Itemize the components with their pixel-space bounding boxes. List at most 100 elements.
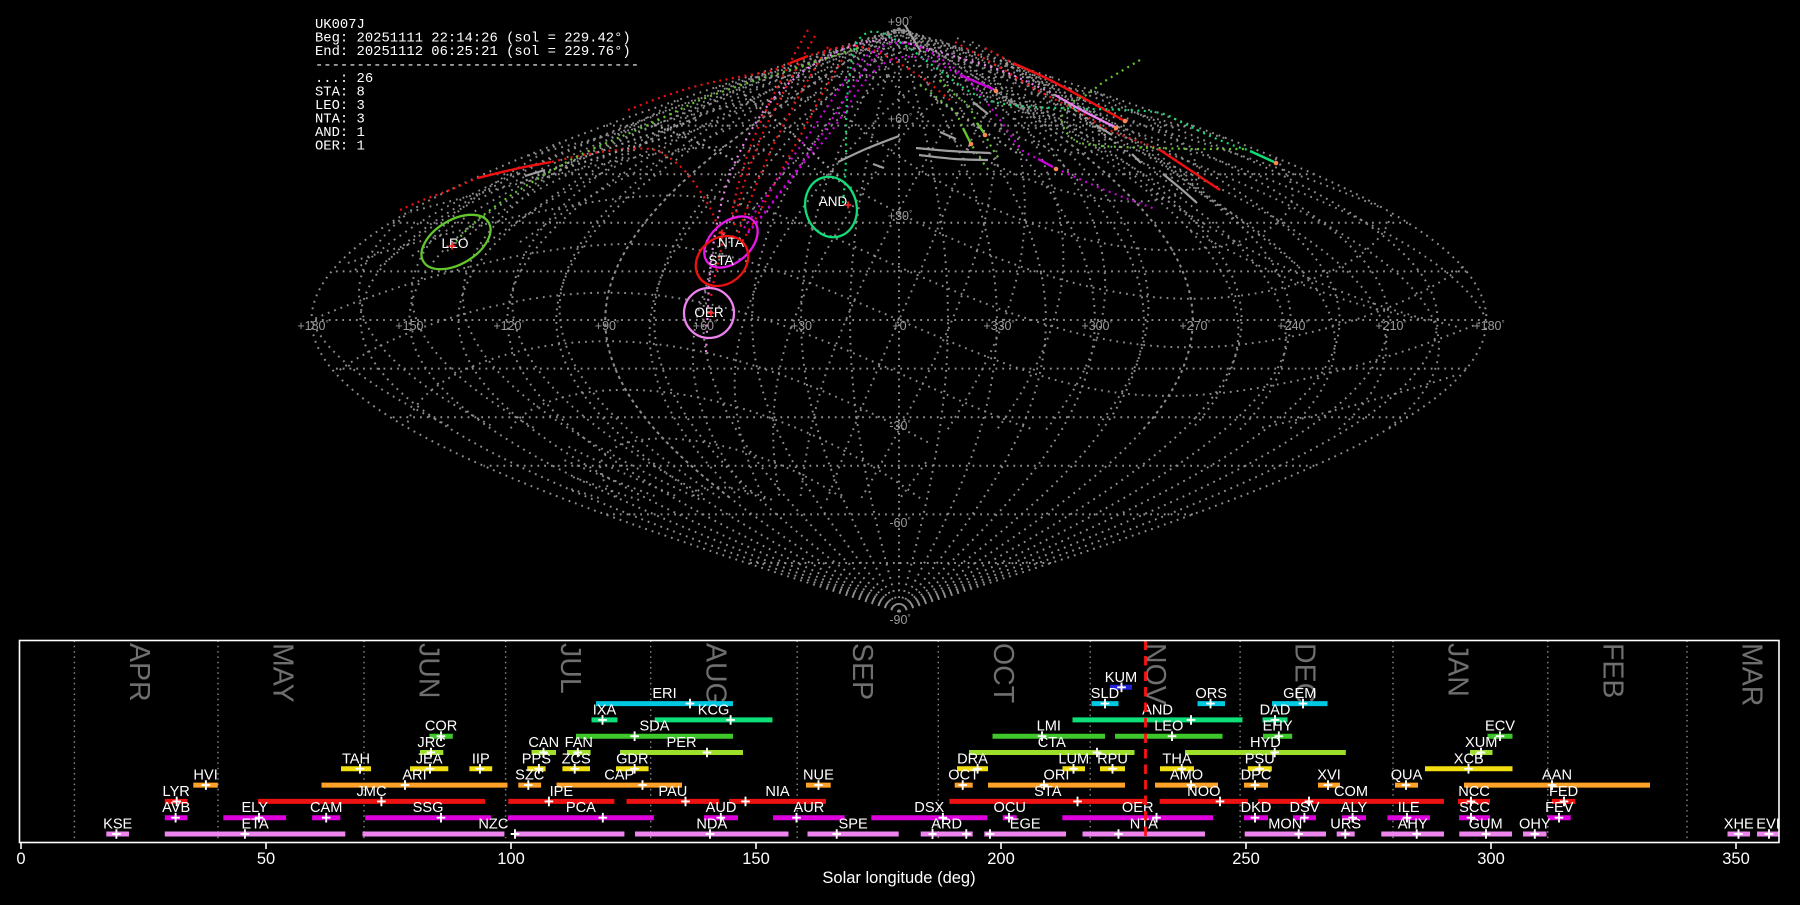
svg-text:MAR: MAR <box>1736 643 1768 706</box>
svg-text:COM: COM <box>1334 784 1368 800</box>
svg-text:350: 350 <box>1722 850 1750 868</box>
svg-text:DAD: DAD <box>1260 702 1291 718</box>
svg-text:IXA: IXA <box>593 702 617 718</box>
svg-text:+120°: +120° <box>493 319 524 333</box>
svg-text:IIP: IIP <box>472 751 490 767</box>
svg-text:JEA: JEA <box>416 751 443 767</box>
svg-text:OHY: OHY <box>1519 817 1551 833</box>
svg-text:+180°: +180° <box>297 319 328 333</box>
svg-text:XCB: XCB <box>1454 751 1484 767</box>
svg-text:MON: MON <box>1268 817 1302 833</box>
svg-text:DKD: DKD <box>1241 800 1272 816</box>
svg-text:IPE: IPE <box>550 784 574 800</box>
svg-text:Solar longitude (deg): Solar longitude (deg) <box>822 869 975 887</box>
svg-text:100: 100 <box>497 850 525 868</box>
svg-text:+270°: +270° <box>1179 319 1210 333</box>
svg-text:AUG: AUG <box>699 643 731 705</box>
svg-text:NOV: NOV <box>1139 643 1171 705</box>
svg-text:ERI: ERI <box>652 686 676 702</box>
svg-text:OCU: OCU <box>993 800 1025 816</box>
svg-text:NZC: NZC <box>478 817 508 833</box>
svg-text:ZCS: ZCS <box>562 751 591 767</box>
svg-text:FAN: FAN <box>565 735 593 751</box>
svg-text:PPS: PPS <box>522 751 551 767</box>
svg-text:+90°: +90° <box>888 15 912 29</box>
svg-text:+240°: +240° <box>1277 319 1308 333</box>
svg-text:GDR: GDR <box>616 751 648 767</box>
svg-text:KUM: KUM <box>1105 670 1137 686</box>
svg-text:RPU: RPU <box>1097 751 1128 767</box>
svg-text:ARI: ARI <box>402 768 426 784</box>
svg-text:KSE: KSE <box>103 817 132 833</box>
svg-text:OER: OER <box>1122 800 1154 816</box>
svg-text:STA: STA <box>708 253 733 268</box>
svg-text:ETA: ETA <box>241 817 269 833</box>
svg-text:GEM: GEM <box>1283 686 1316 702</box>
svg-text:JUN: JUN <box>413 643 445 698</box>
svg-text:+30°: +30° <box>888 209 912 223</box>
svg-text:JMC: JMC <box>357 784 387 800</box>
svg-text:+60°: +60° <box>693 319 717 333</box>
svg-text:EGE: EGE <box>1010 817 1041 833</box>
svg-text:MAY: MAY <box>267 643 299 703</box>
svg-text:AHY: AHY <box>1398 817 1428 833</box>
svg-text:ORS: ORS <box>1195 686 1227 702</box>
svg-text:+330°: +330° <box>983 319 1014 333</box>
svg-text:+30°: +30° <box>791 319 815 333</box>
svg-text:+300°: +300° <box>1081 319 1112 333</box>
svg-text:NDA: NDA <box>696 817 727 833</box>
svg-text:FED: FED <box>1549 784 1578 800</box>
svg-text:CAM: CAM <box>310 800 342 816</box>
svg-text:CAP: CAP <box>604 768 634 784</box>
svg-text:DPC: DPC <box>1241 768 1272 784</box>
svg-text:FEV: FEV <box>1545 800 1574 816</box>
svg-text:KCG: KCG <box>698 702 730 718</box>
svg-text:ARD: ARD <box>931 817 962 833</box>
svg-text:+180°: +180° <box>1473 319 1504 333</box>
svg-text:OCT: OCT <box>948 768 979 784</box>
svg-text:SDA: SDA <box>639 719 669 735</box>
svg-text:THA: THA <box>1162 751 1191 767</box>
svg-text:SZC: SZC <box>515 768 544 784</box>
svg-text:250: 250 <box>1232 850 1260 868</box>
svg-text:AUD: AUD <box>706 800 737 816</box>
svg-text:HYD: HYD <box>1250 735 1281 751</box>
svg-text:NUE: NUE <box>803 768 834 784</box>
svg-text:AVB: AVB <box>162 800 190 816</box>
svg-text:OER: 1: OER: 1 <box>315 139 365 155</box>
svg-text:JUL: JUL <box>554 643 586 694</box>
svg-text:AND: AND <box>819 194 848 209</box>
svg-text:DRA: DRA <box>957 751 988 767</box>
svg-text:QUA: QUA <box>1391 768 1423 784</box>
svg-text:50: 50 <box>257 850 275 868</box>
svg-text:STA: STA <box>1034 784 1062 800</box>
svg-text:+150°: +150° <box>395 319 426 333</box>
svg-text:AMO: AMO <box>1170 768 1203 784</box>
svg-text:URS: URS <box>1330 817 1361 833</box>
svg-text:AUR: AUR <box>793 800 824 816</box>
svg-text:NTA: NTA <box>1130 817 1158 833</box>
svg-text:PAU: PAU <box>658 784 687 800</box>
svg-text:JRC: JRC <box>417 735 445 751</box>
svg-text:+90°: +90° <box>595 319 619 333</box>
svg-text:SCC: SCC <box>1459 800 1490 816</box>
svg-text:XUM: XUM <box>1465 735 1497 751</box>
svg-text:ORI: ORI <box>1044 768 1070 784</box>
svg-text:LMI: LMI <box>1037 719 1061 735</box>
svg-text:OCT: OCT <box>987 643 1019 703</box>
svg-text:XVI: XVI <box>1317 768 1341 784</box>
svg-text:LEO: LEO <box>1154 719 1183 735</box>
svg-text:+60°: +60° <box>888 112 912 126</box>
svg-text:XHE: XHE <box>1724 817 1754 833</box>
svg-text:PSU: PSU <box>1245 751 1275 767</box>
svg-text:ALY: ALY <box>1341 800 1368 816</box>
svg-text:300: 300 <box>1477 850 1505 868</box>
svg-text:CTA: CTA <box>1038 735 1066 751</box>
svg-text:COR: COR <box>425 719 457 735</box>
svg-text:PER: PER <box>666 735 696 751</box>
svg-text:EVI: EVI <box>1756 817 1780 833</box>
svg-text:ILE: ILE <box>1398 800 1420 816</box>
svg-text:NIA: NIA <box>765 784 790 800</box>
svg-text:AAN: AAN <box>1542 768 1572 784</box>
svg-text:200: 200 <box>987 850 1015 868</box>
